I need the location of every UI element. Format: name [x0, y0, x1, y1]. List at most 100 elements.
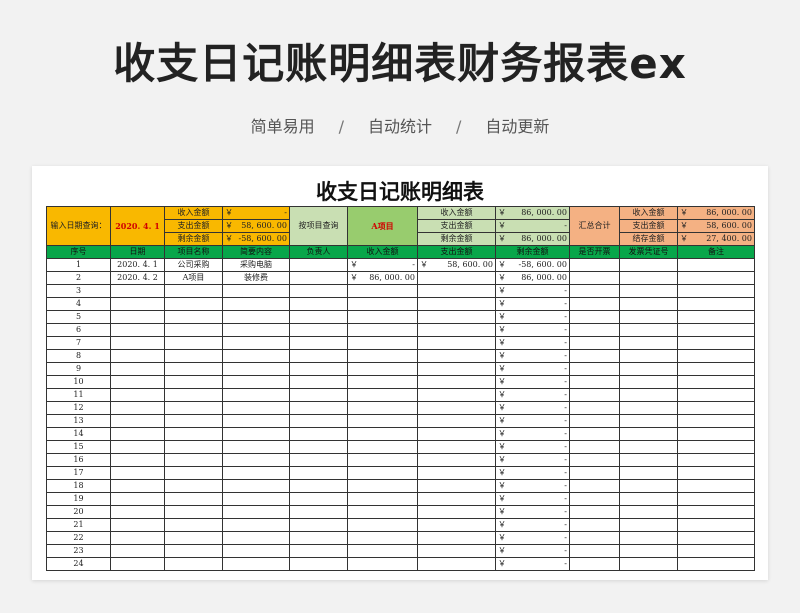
content-cell[interactable]: 装修费 — [222, 271, 290, 285]
expense-cell[interactable] — [417, 323, 496, 337]
income-cell[interactable] — [347, 479, 418, 493]
owner-cell[interactable] — [289, 375, 348, 389]
project-cell[interactable] — [164, 284, 223, 298]
expense-cell[interactable] — [417, 349, 496, 363]
invoice-flag-cell[interactable] — [569, 271, 620, 285]
project-cell[interactable] — [164, 505, 223, 519]
owner-cell[interactable] — [289, 297, 348, 311]
income-cell[interactable] — [347, 531, 418, 545]
remark-cell[interactable] — [677, 388, 755, 402]
row-number[interactable]: 9 — [46, 362, 111, 376]
owner-cell[interactable] — [289, 453, 348, 467]
project-cell[interactable] — [164, 518, 223, 532]
row-number[interactable]: 7 — [46, 336, 111, 350]
expense-cell[interactable] — [417, 492, 496, 506]
date-cell[interactable] — [110, 544, 165, 558]
row-number[interactable]: 6 — [46, 323, 111, 337]
remark-cell[interactable] — [677, 375, 755, 389]
date-cell[interactable] — [110, 375, 165, 389]
expense-cell[interactable] — [417, 401, 496, 415]
invoice-number-cell[interactable] — [619, 414, 678, 428]
remark-cell[interactable] — [677, 310, 755, 324]
balance-cell[interactable]: ￥ - — [495, 479, 570, 493]
content-cell[interactable] — [222, 440, 290, 454]
remark-cell[interactable] — [677, 479, 755, 493]
date-cell[interactable] — [110, 323, 165, 337]
invoice-number-cell[interactable] — [619, 401, 678, 415]
income-cell[interactable] — [347, 492, 418, 506]
date-cell[interactable] — [110, 414, 165, 428]
balance-cell[interactable]: ￥ - — [495, 388, 570, 402]
income-cell[interactable]: ￥ 86, 000. 00 — [347, 271, 418, 285]
project-cell[interactable] — [164, 310, 223, 324]
project-cell[interactable] — [164, 479, 223, 493]
remark-cell[interactable] — [677, 362, 755, 376]
content-cell[interactable] — [222, 531, 290, 545]
balance-cell[interactable]: ￥ - — [495, 427, 570, 441]
date-cell[interactable] — [110, 492, 165, 506]
balance-cell[interactable]: ￥ - — [495, 453, 570, 467]
invoice-flag-cell[interactable] — [569, 336, 620, 350]
content-cell[interactable] — [222, 479, 290, 493]
remark-cell[interactable] — [677, 349, 755, 363]
expense-cell[interactable] — [417, 336, 496, 350]
owner-cell[interactable] — [289, 427, 348, 441]
balance-cell[interactable]: ￥ -58, 600. 00 — [495, 258, 570, 272]
project-cell[interactable] — [164, 297, 223, 311]
expense-cell[interactable] — [417, 414, 496, 428]
balance-cell[interactable]: ￥ - — [495, 466, 570, 480]
content-cell[interactable] — [222, 492, 290, 506]
expense-cell[interactable] — [417, 531, 496, 545]
balance-cell[interactable]: ￥ - — [495, 375, 570, 389]
date-cell[interactable] — [110, 349, 165, 363]
income-cell[interactable] — [347, 427, 418, 441]
project-cell[interactable] — [164, 414, 223, 428]
content-cell[interactable] — [222, 323, 290, 337]
remark-cell[interactable] — [677, 531, 755, 545]
row-number[interactable]: 24 — [46, 557, 111, 571]
expense-cell[interactable] — [417, 518, 496, 532]
owner-cell[interactable] — [289, 466, 348, 480]
remark-cell[interactable] — [677, 557, 755, 571]
owner-cell[interactable] — [289, 284, 348, 298]
balance-cell[interactable]: ￥ - — [495, 336, 570, 350]
income-cell[interactable] — [347, 362, 418, 376]
balance-cell[interactable]: ￥ - — [495, 557, 570, 571]
owner-cell[interactable] — [289, 479, 348, 493]
row-number[interactable]: 4 — [46, 297, 111, 311]
date-cell[interactable] — [110, 505, 165, 519]
income-cell[interactable] — [347, 414, 418, 428]
income-cell[interactable] — [347, 336, 418, 350]
expense-cell[interactable] — [417, 297, 496, 311]
content-cell[interactable] — [222, 349, 290, 363]
income-cell[interactable] — [347, 349, 418, 363]
invoice-flag-cell[interactable] — [569, 310, 620, 324]
content-cell[interactable] — [222, 284, 290, 298]
date-cell[interactable] — [110, 518, 165, 532]
invoice-number-cell[interactable] — [619, 375, 678, 389]
balance-cell[interactable]: ￥ - — [495, 310, 570, 324]
owner-cell[interactable] — [289, 440, 348, 454]
remark-cell[interactable] — [677, 401, 755, 415]
invoice-flag-cell[interactable] — [569, 362, 620, 376]
owner-cell[interactable] — [289, 505, 348, 519]
date-cell[interactable] — [110, 362, 165, 376]
balance-cell[interactable]: ￥ - — [495, 323, 570, 337]
row-number[interactable]: 15 — [46, 440, 111, 454]
invoice-flag-cell[interactable] — [569, 453, 620, 467]
income-cell[interactable] — [347, 518, 418, 532]
balance-cell[interactable]: ￥ - — [495, 518, 570, 532]
content-cell[interactable] — [222, 336, 290, 350]
row-number[interactable]: 8 — [46, 349, 111, 363]
balance-cell[interactable]: ￥ - — [495, 440, 570, 454]
project-cell[interactable] — [164, 349, 223, 363]
remark-cell[interactable] — [677, 466, 755, 480]
income-cell[interactable] — [347, 440, 418, 454]
invoice-number-cell[interactable] — [619, 492, 678, 506]
content-cell[interactable] — [222, 310, 290, 324]
invoice-flag-cell[interactable] — [569, 349, 620, 363]
invoice-flag-cell[interactable] — [569, 466, 620, 480]
owner-cell[interactable] — [289, 362, 348, 376]
balance-cell[interactable]: ￥ - — [495, 531, 570, 545]
income-cell[interactable] — [347, 310, 418, 324]
